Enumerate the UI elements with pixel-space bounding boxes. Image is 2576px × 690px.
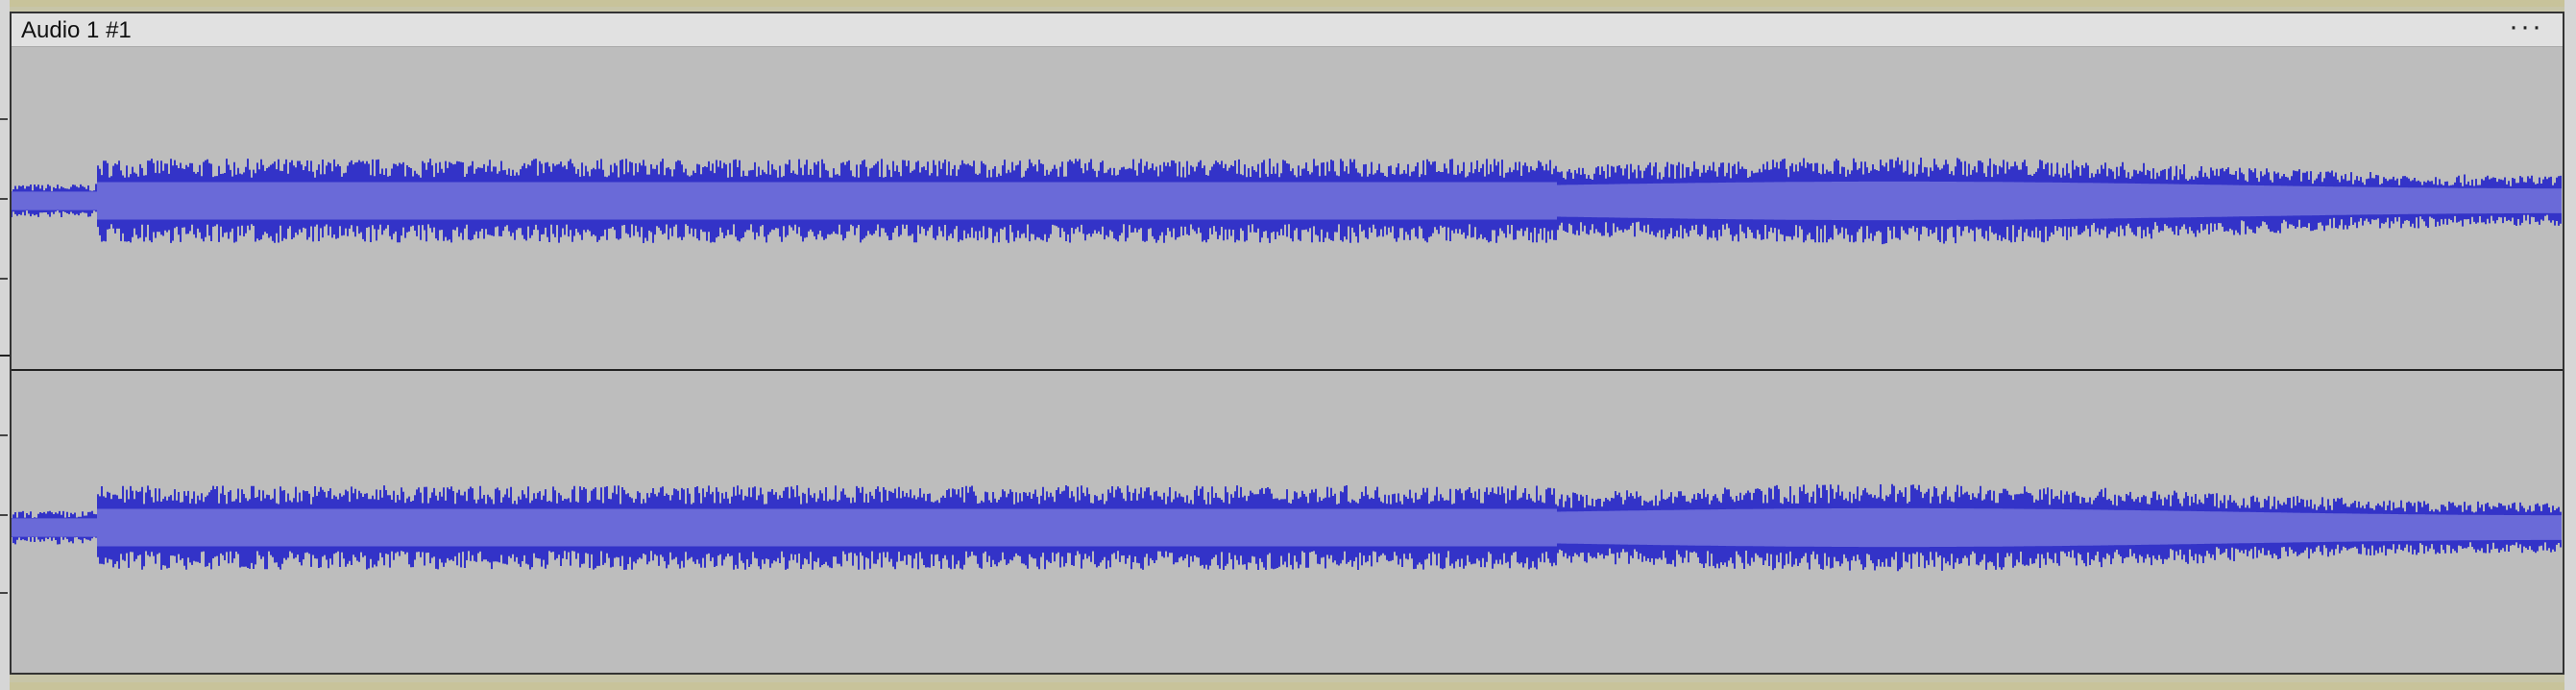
- waveform: [12, 157, 2563, 572]
- waveform-rms: [12, 181, 2562, 221]
- right-channel-waveform: [12, 483, 2562, 572]
- audio-clip[interactable]: Audio 1 #1 ···: [10, 12, 2564, 675]
- left-channel-waveform: [12, 157, 2562, 245]
- ruler-ticks: [0, 118, 10, 594]
- clip-header[interactable]: Audio 1 #1 ···: [12, 12, 2563, 47]
- vertical-ruler: [0, 0, 10, 690]
- clip-name: Audio 1 #1: [21, 17, 132, 43]
- waveform-rms: [12, 507, 2562, 548]
- clip-menu-icon[interactable]: ···: [2509, 12, 2543, 41]
- audio-track: Audio 1 #1 ···: [0, 0, 2576, 690]
- waveform-area[interactable]: [12, 47, 2563, 673]
- right-edge: [2564, 0, 2576, 690]
